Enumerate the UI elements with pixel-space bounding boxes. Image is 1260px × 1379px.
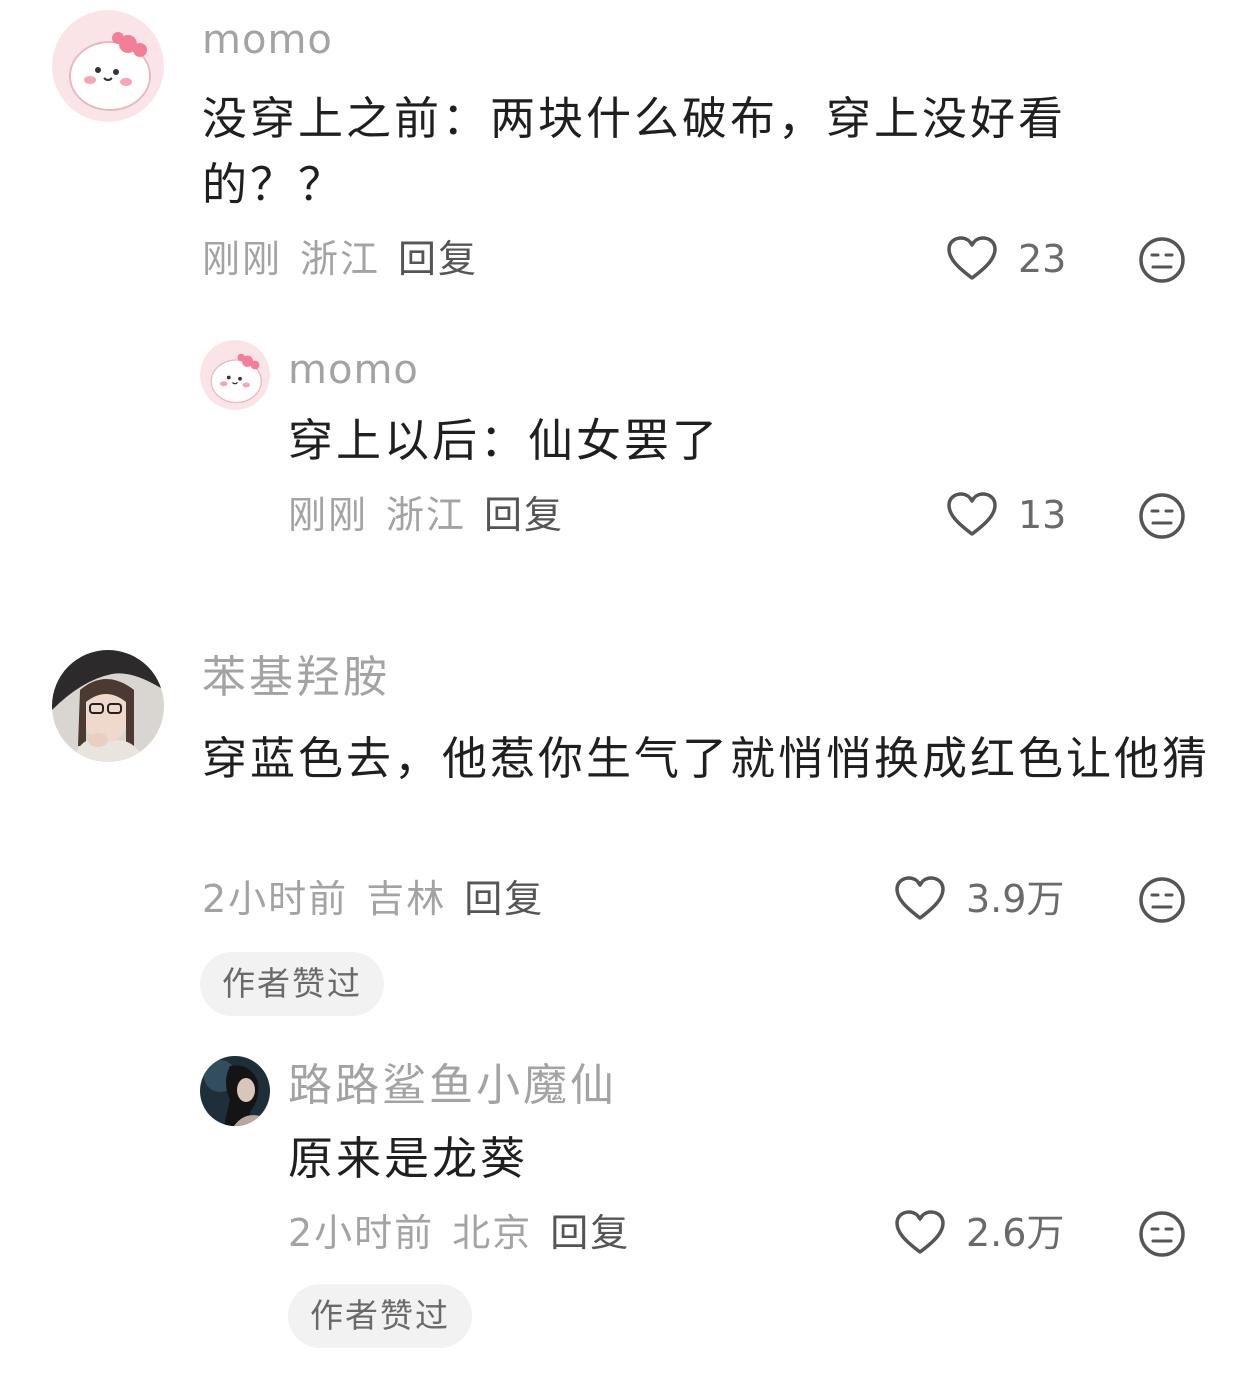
meh-face-icon <box>1139 877 1185 923</box>
cartoon-pink-blob-avatar <box>52 10 164 122</box>
meh-face-icon <box>1139 237 1185 283</box>
user-avatar[interactable] <box>52 10 164 122</box>
user-avatar[interactable] <box>200 1056 270 1126</box>
heart-outline-icon <box>895 876 945 920</box>
reply-button[interactable]: 回复 <box>464 877 544 921</box>
comment-meta: 刚刚 浙江 回复 <box>288 496 582 534</box>
reply-button[interactable]: 回复 <box>398 237 478 281</box>
like-button[interactable]: 23 <box>946 236 1066 282</box>
comment-location: 北京 <box>452 1211 533 1255</box>
username[interactable]: 苯基羟胺 <box>202 656 390 700</box>
photo-avatar-girl-glasses <box>52 650 164 762</box>
comment-meta: 刚刚 浙江 回复 <box>202 240 496 278</box>
heart-outline-icon <box>947 236 997 280</box>
comment-meta: 2小时前 北京 回复 <box>288 1214 648 1252</box>
username[interactable]: 路路鲨鱼小魔仙 <box>288 1064 617 1108</box>
comment-location: 浙江 <box>386 493 467 537</box>
meh-face-icon <box>1139 1211 1185 1257</box>
dislike-button[interactable] <box>1138 492 1186 540</box>
like-button[interactable]: 13 <box>946 492 1066 538</box>
like-count: 2.6万 <box>966 1211 1065 1255</box>
like-count: 13 <box>1018 493 1067 537</box>
heart-outline-icon <box>895 1210 945 1254</box>
like-button[interactable]: 3.9万 <box>894 876 1064 922</box>
heart-outline-icon <box>947 492 997 536</box>
dislike-button[interactable] <box>1138 236 1186 284</box>
comment-location: 吉林 <box>366 877 447 921</box>
comment-text: 穿蓝色去，他惹你生气了就悄悄换成红色让他猜 <box>202 732 1211 785</box>
comment-location: 浙江 <box>300 237 381 281</box>
author-liked-badge: 作者赞过 <box>200 952 384 1016</box>
comment-text: 穿上以后：仙女罢了 <box>288 414 721 467</box>
reply-button[interactable]: 回复 <box>484 493 564 537</box>
meh-face-icon <box>1139 493 1185 539</box>
comment-time: 2小时前 <box>202 877 349 921</box>
comment-time: 刚刚 <box>288 493 369 537</box>
username[interactable]: momo <box>202 20 333 60</box>
comment-text: 没穿上之前：两块什么破布，穿上没好看的？？ <box>202 92 1067 211</box>
reply-button[interactable]: 回复 <box>550 1211 630 1255</box>
cartoon-pink-blob-avatar <box>200 340 270 410</box>
user-avatar[interactable] <box>200 340 270 410</box>
photo-avatar-dark-portrait <box>200 1056 270 1126</box>
dislike-button[interactable] <box>1138 876 1186 924</box>
comment-time: 2小时前 <box>288 1211 435 1255</box>
user-avatar[interactable] <box>52 650 164 762</box>
dislike-button[interactable] <box>1138 1210 1186 1258</box>
comment-time: 刚刚 <box>202 237 283 281</box>
like-button[interactable]: 2.6万 <box>894 1210 1064 1256</box>
comment-text: 原来是龙葵 <box>288 1132 529 1185</box>
comment-list: momo 没穿上之前：两块什么破布，穿上没好看的？？ 刚刚 浙江 回复 23 m… <box>0 0 1260 1379</box>
username[interactable]: momo <box>288 350 419 390</box>
comment-meta: 2小时前 吉林 回复 <box>202 880 562 918</box>
like-count: 3.9万 <box>966 877 1065 921</box>
like-count: 23 <box>1018 237 1067 281</box>
author-liked-badge: 作者赞过 <box>288 1284 472 1348</box>
